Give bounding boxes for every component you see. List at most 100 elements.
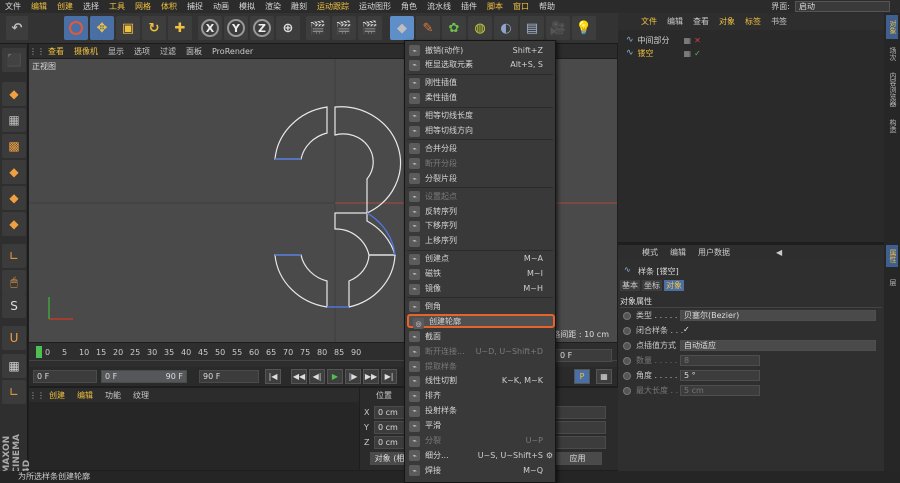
side-tab[interactable]: 属性 (886, 245, 898, 267)
object-menu-item[interactable]: 书签 (766, 16, 792, 27)
texture-mode-icon[interactable]: ▦ (2, 108, 26, 132)
context-menu-item[interactable]: ⌁ 平滑 (405, 419, 555, 433)
menu-item[interactable]: 角色 (396, 1, 422, 12)
points-mode-icon[interactable]: ◆ (2, 160, 26, 184)
y-axis-button[interactable]: Y (224, 16, 248, 40)
preview-range-slider[interactable]: 0 F 90 F (101, 370, 187, 383)
context-menu-item[interactable]: ⌁ 创建点 M~A (405, 252, 555, 266)
x-axis-button[interactable]: X (198, 16, 222, 40)
previous-key-button[interactable]: ◀◀ (291, 369, 307, 384)
attribute-value[interactable]: 8 (680, 355, 760, 366)
context-menu-item[interactable]: ⌁ 投射样条 (405, 404, 555, 418)
model-mode-icon[interactable]: ◆ (2, 82, 26, 106)
edges-mode-icon[interactable]: ◆ (2, 186, 26, 210)
viewport-menu-item[interactable]: ProRender (207, 47, 258, 56)
attribute-value[interactable]: 贝塞尔(Bezier) (680, 310, 876, 321)
viewport-menu-item[interactable]: 面板 (181, 46, 207, 57)
material-menu-item[interactable]: 纹理 (127, 390, 155, 401)
camera-icon[interactable]: 🎥 (546, 16, 570, 40)
context-menu-item[interactable]: ⌁ 框显选取元素 Alt+S, S (405, 58, 555, 72)
generator-icon[interactable]: ✿ (442, 16, 466, 40)
magnet-icon[interactable]: U (2, 326, 26, 350)
context-menu-item[interactable]: ⌁ 磁铁 M~I (405, 267, 555, 281)
viewport-menu-item[interactable]: 选项 (129, 46, 155, 57)
locked-workplane-icon[interactable]: ∟ (2, 380, 26, 404)
enabled-check-icon[interactable]: ✓ (694, 49, 701, 58)
coord-size-field[interactable] (550, 436, 606, 449)
attribute-menu-item[interactable]: 用户数据 (692, 247, 736, 258)
context-menu-item[interactable]: ⌁ 倒角 (405, 299, 555, 313)
object-menu-item[interactable]: 对象 (714, 16, 740, 27)
animation-radio-icon[interactable] (623, 372, 631, 380)
render-view-icon[interactable]: 🎬 (306, 16, 330, 40)
polygons-mode-icon[interactable]: ◆ (2, 212, 26, 236)
move-icon[interactable]: ✥ (90, 16, 114, 40)
context-menu-item[interactable]: ⌁ 分裂 U~P (405, 434, 555, 448)
menu-item[interactable]: 文件 (0, 1, 26, 12)
material-area[interactable] (29, 402, 359, 470)
menu-item[interactable]: 帮助 (534, 1, 560, 12)
coord-size-field[interactable] (550, 406, 606, 419)
field-icon[interactable]: ◐ (494, 16, 518, 40)
play-button[interactable]: ▶ (327, 369, 343, 384)
attribute-value[interactable]: 5 cm (680, 385, 760, 396)
context-menu-item[interactable]: ⌁ 细分... U~S, U~Shift+S ⚙ (405, 448, 555, 462)
render-picture-viewer-icon[interactable]: 🎬 (332, 16, 356, 40)
attribute-value[interactable]: 自动适应 (680, 340, 876, 351)
axis-mode-icon[interactable]: ∟ (2, 244, 26, 268)
z-axis-button[interactable]: Z (250, 16, 274, 40)
end-frame-field[interactable]: 90 F (199, 370, 259, 383)
apply-button[interactable]: 应用 (550, 452, 602, 465)
coord-mode-select[interactable]: 对象 (相 (370, 452, 406, 465)
go-to-end-button[interactable]: ▶| (381, 369, 397, 384)
next-key-button[interactable]: ▶▶ (363, 369, 379, 384)
menu-item[interactable]: 网格 (130, 1, 156, 12)
menu-item[interactable]: 运动跟踪 (312, 1, 354, 12)
current-frame-field[interactable]: 0 F (33, 370, 97, 383)
attribute-value[interactable]: 5 ° (680, 370, 760, 381)
coord-size-field[interactable] (550, 421, 606, 434)
menu-item[interactable]: 创建 (52, 1, 78, 12)
add-icon[interactable]: ✚ (168, 16, 192, 40)
menu-item[interactable]: 渲染 (260, 1, 286, 12)
menu-item[interactable]: 流水线 (422, 1, 456, 12)
key-mode-icon[interactable]: P (574, 369, 590, 384)
material-menu-item[interactable]: 功能 (99, 390, 127, 401)
go-to-start-button[interactable]: |◀ (265, 369, 281, 384)
menu-item[interactable]: 运动图形 (354, 1, 396, 12)
side-tab[interactable]: 对象 (886, 15, 898, 39)
visibility-icon[interactable]: ▦ (684, 49, 692, 58)
gear-icon[interactable]: ⚙ (546, 451, 553, 460)
context-menu-item[interactable]: ⌁ 排齐 (405, 389, 555, 403)
layout-select[interactable]: 启动 (795, 1, 890, 12)
object-menu-item[interactable]: 查看 (688, 16, 714, 27)
object-menu-item[interactable]: 标签 (740, 16, 766, 27)
attribute-row[interactable]: 点插值方式 自动适应 (618, 340, 884, 352)
render-settings-icon[interactable]: 🎬 (358, 16, 382, 40)
context-menu-item[interactable]: ⌁ 线性切割 K~K, M~K (405, 374, 555, 388)
menu-item[interactable]: 插件 (456, 1, 482, 12)
context-menu-item[interactable]: ⌁ 合并分段 (405, 141, 555, 155)
disabled-x-icon[interactable]: ✕ (694, 36, 701, 45)
menu-item[interactable]: 选择 (78, 1, 104, 12)
object-menu-item[interactable]: 编辑 (662, 16, 688, 27)
material-menu-item[interactable]: 编辑 (71, 390, 99, 401)
workplane-icon[interactable]: ▩ (2, 134, 26, 158)
context-menu-item[interactable]: ⌁ 柔性插值 (405, 91, 555, 105)
attribute-row[interactable]: 数量 . . . . . . . .8 (618, 355, 884, 367)
animation-radio-icon[interactable] (623, 342, 631, 350)
context-menu-item[interactable]: ⌁ 相等切线长度 (405, 109, 555, 123)
tweak-mode-icon[interactable]: 🖱 (2, 270, 26, 294)
menu-item[interactable]: 动画 (208, 1, 234, 12)
previous-frame-button[interactable]: ◀| (309, 369, 325, 384)
attribute-menu-item[interactable]: 模式 (636, 247, 664, 258)
light-icon[interactable]: 💡 (572, 16, 596, 40)
pen-icon[interactable]: ✎ (416, 16, 440, 40)
make-editable-icon[interactable]: ⬛ (2, 48, 26, 72)
animation-radio-icon[interactable] (623, 327, 631, 335)
next-frame-button[interactable]: |▶ (345, 369, 361, 384)
undo-icon[interactable]: ↶ (6, 16, 28, 40)
context-menu-item[interactable]: ⌁ 断开分段 (405, 156, 555, 170)
cube-icon[interactable]: ◆ (390, 16, 414, 40)
context-menu-item[interactable]: ⌁ 反转序列 (405, 204, 555, 218)
